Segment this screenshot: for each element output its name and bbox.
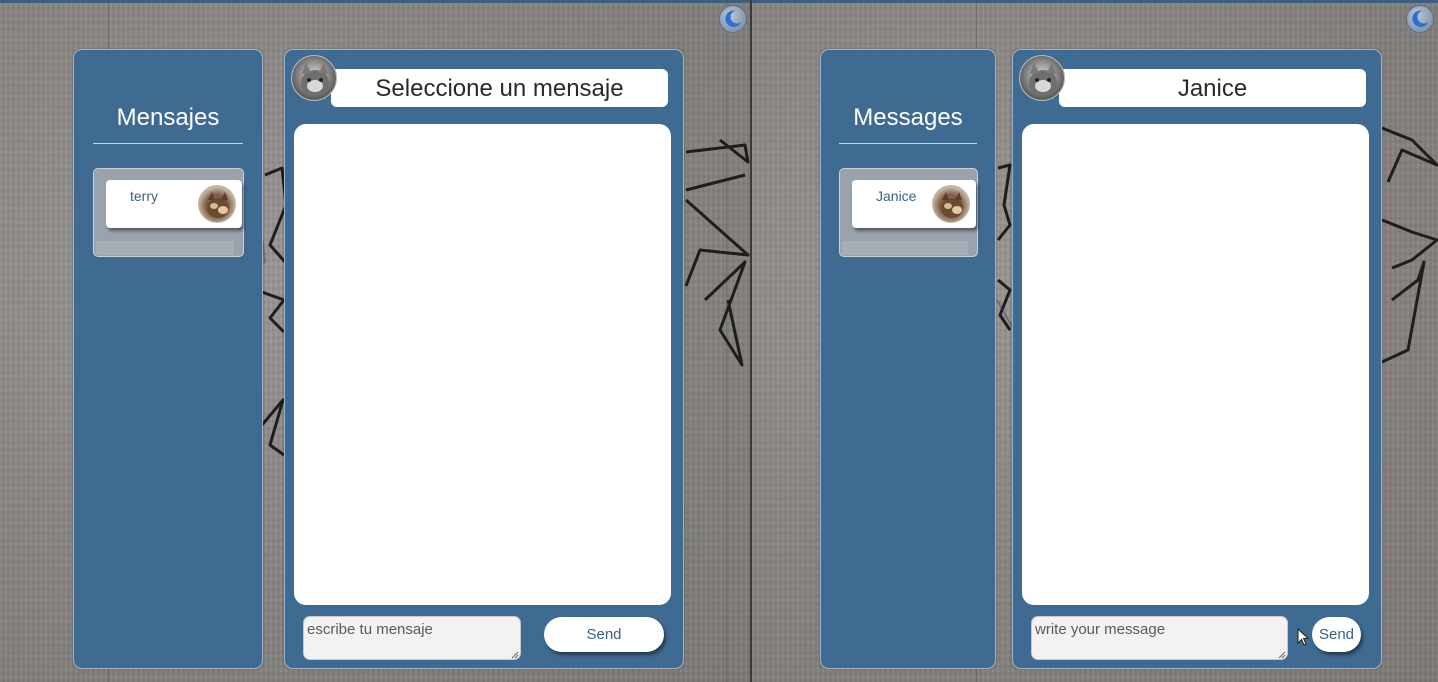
- moon-icon: [1412, 10, 1429, 27]
- top-accent-bar: [752, 0, 1438, 3]
- sidebar-divider: [93, 143, 243, 144]
- cat-avatar: [932, 185, 970, 223]
- conversation-preview-bar: [842, 241, 968, 255]
- send-button[interactable]: Send: [544, 617, 664, 652]
- sidebar-divider: [839, 143, 977, 144]
- theme-toggle-button[interactable]: [1406, 5, 1434, 33]
- concrete-seam: [726, 0, 727, 682]
- cat-avatar: [198, 185, 236, 223]
- app-window-english: Messages Janice Janice write your messag…: [752, 0, 1438, 682]
- cat-avatar-gray: [1019, 55, 1065, 101]
- chat-panel: Seleccione un mensaje Send: [284, 49, 684, 669]
- chat-header-title: Seleccione un mensaje: [331, 69, 668, 107]
- theme-toggle-button[interactable]: [719, 5, 747, 33]
- moon-icon: [725, 10, 742, 27]
- message-list[interactable]: [1022, 124, 1369, 605]
- conversation-preview-bar: [96, 241, 234, 255]
- conversation-name: terry: [130, 188, 158, 204]
- chat-header-title: Janice: [1059, 69, 1366, 107]
- conversation-item[interactable]: terry: [93, 168, 244, 257]
- conversation-item[interactable]: Janice: [839, 168, 978, 257]
- cat-avatar-gray: [291, 55, 337, 101]
- mouse-pointer-icon: [1297, 628, 1310, 646]
- sidebar-title: Mensajes: [116, 104, 220, 131]
- conversation-card[interactable]: Janice: [852, 180, 976, 228]
- sidebar-title: Messages: [853, 104, 963, 131]
- message-list[interactable]: [294, 124, 671, 605]
- conversations-sidebar: Mensajes terry: [73, 49, 263, 669]
- send-button[interactable]: Send: [1312, 617, 1361, 652]
- message-input[interactable]: [303, 616, 521, 660]
- conversation-name: Janice: [876, 188, 917, 204]
- chat-panel: Janice Send: [1012, 49, 1382, 669]
- conversations-sidebar: Messages Janice: [820, 49, 996, 669]
- top-accent-bar: [0, 0, 750, 3]
- message-input[interactable]: [1031, 616, 1288, 660]
- conversation-card[interactable]: terry: [106, 180, 242, 228]
- app-window-spanish: Mensajes terry Seleccione un mensaje esc…: [0, 0, 750, 682]
